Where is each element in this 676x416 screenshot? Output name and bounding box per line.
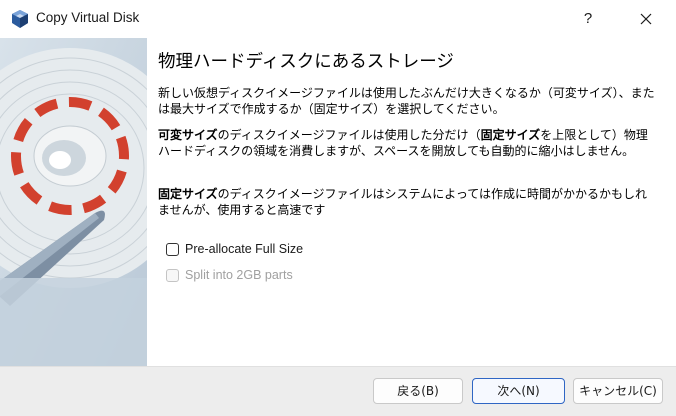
- fixed-size-term: 固定サイズ: [158, 187, 218, 201]
- virtualbox-cube-icon: [9, 8, 31, 30]
- page-title: 物理ハードディスクにあるストレージ: [158, 52, 454, 72]
- intro-paragraph: 新しい仮想ディスクイメージファイルは使用したぶんだけ大きくなるか（可変サイズ）、…: [158, 86, 655, 116]
- close-icon: [640, 13, 652, 25]
- preallocate-checkbox[interactable]: [166, 242, 179, 256]
- fixed-size-description: 固定サイズのディスクイメージファイルはシステムによっては作成に時間がかかるかもし…: [158, 186, 658, 218]
- split-checkbox: [166, 268, 179, 282]
- wizard-footer: 戻る(B) 次へ(N) キャンセル(C): [0, 366, 676, 416]
- dynamic-size-term: 可変サイズ: [158, 128, 218, 142]
- fixed-size-term-inline: 固定サイズ: [480, 128, 541, 142]
- split-label: Split into 2GB parts: [185, 268, 293, 282]
- wizard-side-illustration: [0, 38, 147, 366]
- close-button[interactable]: [630, 3, 662, 35]
- dynamic-size-description: 可変サイズのディスクイメージファイルは使用した分だけ（固定サイズを上限として）物…: [158, 127, 658, 159]
- help-button[interactable]: ?: [572, 3, 604, 35]
- split-option: Split into 2GB parts: [166, 267, 293, 283]
- hard-disk-illustration: [0, 38, 147, 366]
- fixed-size-text: のディスクイメージファイルはシステムによっては作成に時間がかかるかもしれませんが…: [158, 187, 648, 217]
- cancel-button[interactable]: キャンセル(C): [573, 378, 663, 404]
- next-button[interactable]: 次へ(N): [472, 378, 565, 404]
- title-bar[interactable]: Copy Virtual Disk ?: [0, 0, 676, 38]
- dynamic-size-text-1: のディスクイメージファイルは使用した分だけ（: [217, 128, 481, 142]
- preallocate-label[interactable]: Pre-allocate Full Size: [185, 242, 303, 256]
- window-title: Copy Virtual Disk: [36, 10, 140, 25]
- back-button[interactable]: 戻る(B): [373, 378, 463, 404]
- preallocate-option[interactable]: Pre-allocate Full Size: [166, 241, 303, 257]
